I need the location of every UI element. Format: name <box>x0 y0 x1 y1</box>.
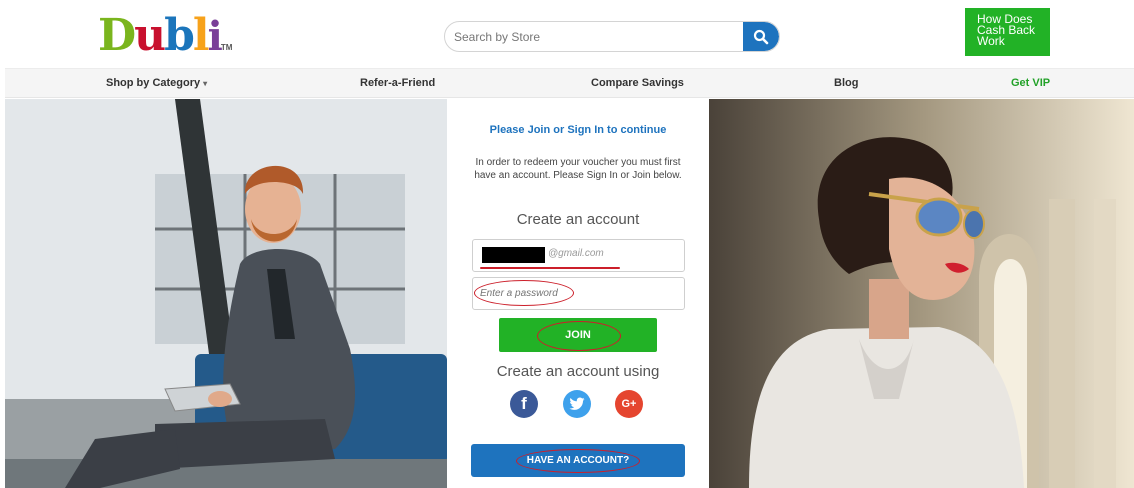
nav-label: Shop by Category <box>106 77 201 89</box>
promo-photo-man <box>5 99 447 488</box>
logo-letter: D <box>98 10 136 61</box>
nav-label: Blog <box>834 77 859 89</box>
logo-letter: i <box>207 13 223 60</box>
nav-label: Refer-a-Friend <box>360 77 436 89</box>
have-an-account-label: HAVE AN ACCOUNT? <box>526 455 630 466</box>
annotation-underline <box>480 267 620 269</box>
have-an-account-button[interactable]: HAVE AN ACCOUNT? <box>471 444 685 477</box>
twitter-login-button[interactable] <box>563 390 591 418</box>
nav-compare-savings[interactable]: Compare Savings <box>591 77 684 89</box>
nav-label: Get VIP <box>1011 77 1051 89</box>
panel-title: Please Join or Sign In to continue <box>489 124 667 136</box>
twitter-icon <box>569 397 585 410</box>
google-plus-login-button[interactable]: G+ <box>615 390 643 418</box>
woman-photo-illustration <box>709 99 1134 488</box>
redacted-email-username <box>482 247 545 263</box>
logo-letter: u <box>134 10 166 61</box>
nav-label: Compare Savings <box>591 77 684 89</box>
promo-photo-woman <box>709 99 1134 488</box>
join-label: JOIN <box>565 329 591 341</box>
panel-description: In order to redeem your voucher you must… <box>474 157 682 181</box>
nav-get-vip[interactable]: Get VIP <box>1011 77 1050 89</box>
search-button[interactable] <box>743 22 779 51</box>
nav-refer-a-friend[interactable]: Refer-a-Friend <box>360 77 435 89</box>
nav-shop-by-category[interactable]: Shop by Category ▾ <box>106 77 207 89</box>
main-nav: Shop by Category ▾ Refer-a-Friend Compare… <box>5 68 1134 98</box>
header: D u b l i TM How Does Cash Back Work <box>0 0 1134 68</box>
facebook-icon: f <box>521 394 527 413</box>
social-login-group: f G+ <box>509 390 649 418</box>
logo-letter: b <box>164 10 195 61</box>
search-input[interactable] <box>445 22 745 51</box>
google-plus-icon: G+ <box>621 398 637 410</box>
how-cash-back-works-button[interactable]: How Does Cash Back Work <box>965 8 1050 56</box>
logo-trademark: TM <box>220 43 233 52</box>
create-account-heading: Create an account <box>516 211 640 228</box>
facebook-login-button[interactable]: f <box>510 390 538 418</box>
chevron-down-icon: ▾ <box>203 79 208 88</box>
dubli-logo[interactable]: D u b l i TM <box>98 10 233 61</box>
join-button[interactable]: JOIN <box>499 318 657 352</box>
logo-letter: l <box>192 10 210 61</box>
create-account-using-heading: Create an account using <box>496 363 660 380</box>
page: D u b l i TM How Does Cash Back Work Sho… <box>0 0 1134 488</box>
email-domain-text: @gmail.com <box>548 248 604 259</box>
nav-blog[interactable]: Blog <box>834 77 858 89</box>
signup-panel: Please Join or Sign In to continue In or… <box>447 99 709 488</box>
search-bar <box>444 21 780 52</box>
search-icon <box>753 29 769 44</box>
how-cash-back-label: How Does Cash Back Work <box>977 12 1036 48</box>
password-field[interactable] <box>472 277 685 310</box>
man-photo-illustration <box>5 99 447 488</box>
